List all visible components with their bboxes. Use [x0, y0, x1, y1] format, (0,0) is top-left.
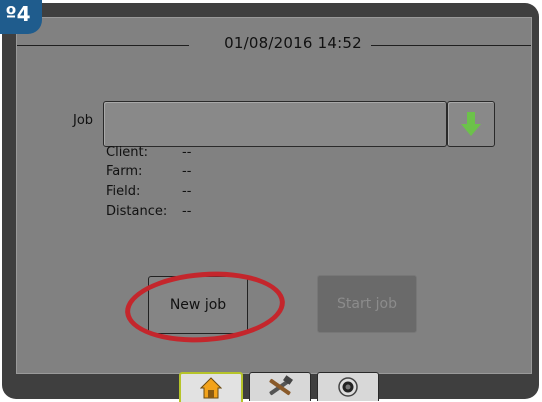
start-job-button[interactable]: Start job	[317, 275, 417, 333]
tab-home[interactable]	[179, 372, 243, 402]
distance-row: Distance: --	[106, 204, 191, 219]
farm-value: --	[182, 164, 192, 179]
home-icon	[200, 377, 222, 399]
header-rule-right	[371, 45, 531, 46]
field-label: Field:	[106, 184, 141, 199]
client-row: Client: --	[106, 145, 191, 160]
farm-label: Farm:	[106, 164, 143, 179]
arrow-down-icon	[461, 112, 481, 136]
tab-camera[interactable]	[317, 372, 379, 401]
farm-row: Farm: --	[106, 164, 191, 179]
distance-label: Distance:	[106, 204, 168, 219]
display-frame: 01/08/2016 14:52 Job Client: -- Farm: -- F…	[2, 3, 539, 399]
distance-value: --	[182, 204, 192, 219]
job-select-field[interactable]	[103, 101, 447, 147]
job-label: Job	[73, 113, 94, 128]
header-rule-left	[17, 45, 189, 46]
tab-bar	[179, 372, 379, 402]
field-value: --	[182, 184, 192, 199]
tab-tools[interactable]	[249, 372, 311, 401]
client-label: Client:	[106, 145, 149, 160]
client-value: --	[182, 145, 192, 160]
tools-icon	[269, 375, 293, 396]
date-time: 01/08/2016 14:52	[224, 34, 362, 52]
field-row: Field: --	[106, 184, 191, 199]
camera-icon	[338, 377, 358, 397]
step-badge: º4	[0, 0, 42, 34]
job-dropdown-button[interactable]	[447, 101, 495, 147]
